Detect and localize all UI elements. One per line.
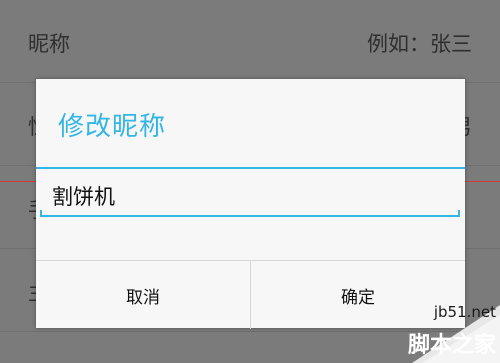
nickname-input-wrapper: [40, 177, 460, 219]
site-watermark: jb51.net 脚本之家: [360, 297, 500, 363]
watermark-site: jb51.net: [433, 303, 496, 321]
input-tick-right: [458, 210, 460, 217]
cancel-button[interactable]: 取消: [36, 261, 251, 329]
title-divider: [36, 167, 465, 169]
list-item-label: 昵称: [28, 32, 70, 56]
input-tick-left: [40, 210, 42, 217]
input-underline: [40, 215, 460, 217]
list-item-nickname[interactable]: 昵称 例如：张三: [0, 0, 500, 83]
list-item-value: 例如：张三: [367, 32, 472, 56]
nickname-input[interactable]: [52, 181, 432, 211]
edit-nickname-dialog: 修改昵称 取消 确定: [36, 79, 465, 329]
screen: 昵称 例如：张三 性 男 手 主 修改昵称 取消 确定 j: [0, 0, 500, 363]
dialog-title: 修改昵称: [58, 112, 167, 142]
watermark-name: 脚本之家: [407, 333, 496, 358]
